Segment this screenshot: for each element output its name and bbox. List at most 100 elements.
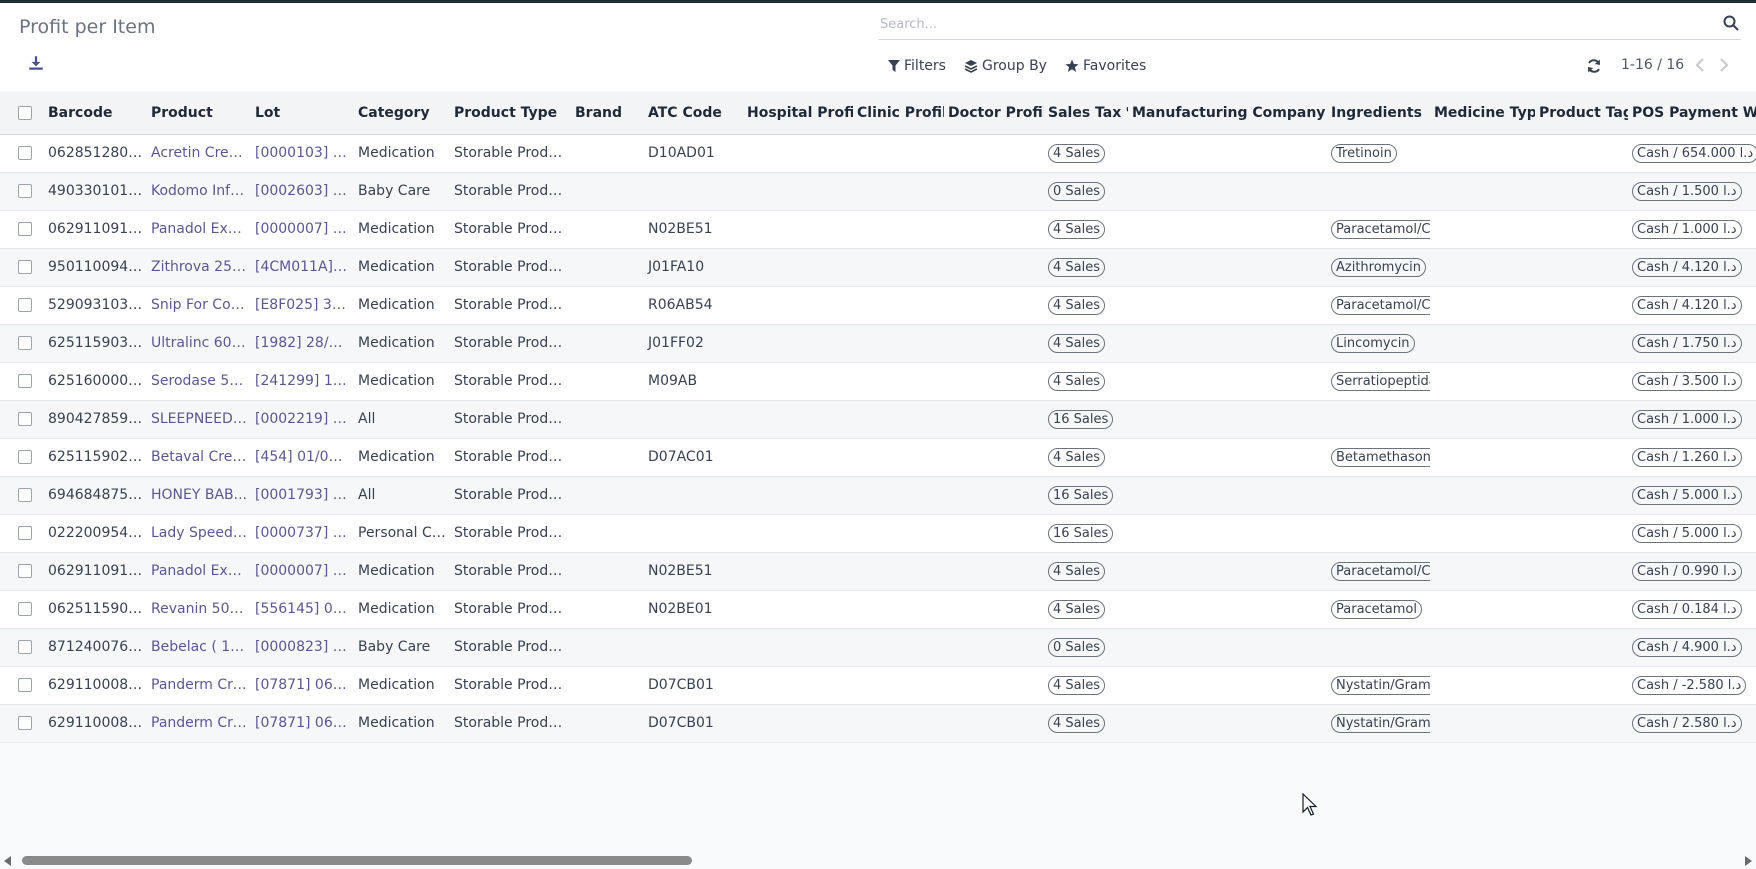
cell-medtype[interactable] <box>1430 248 1535 287</box>
cell-mfg[interactable] <box>1128 514 1327 553</box>
cell-hosp[interactable] <box>743 324 853 363</box>
cell-lot[interactable]: [454] 01/05/... <box>251 438 354 477</box>
cell-ingredients[interactable]: Serratiopeptida <box>1327 362 1430 401</box>
cell-category[interactable]: Baby Care <box>354 172 450 211</box>
cell-lot[interactable]: [0002219] 01... <box>251 400 354 439</box>
column-header[interactable]: POS Payment With <box>1628 92 1756 135</box>
cell-ingredients[interactable] <box>1327 476 1430 515</box>
cell-pos[interactable]: Cash / 1.260 د.ا <box>1628 438 1756 477</box>
cell-tags[interactable] <box>1535 362 1628 401</box>
cell-pos[interactable]: Cash / 4.120 د.ا <box>1628 286 1756 325</box>
cell-doctor[interactable] <box>944 438 1044 477</box>
cell-category[interactable]: Medication <box>354 210 450 249</box>
cell-barcode[interactable]: 022200954402 <box>44 514 147 553</box>
cell-lot[interactable]: [07871] 06/1... <box>251 704 354 743</box>
cell-category[interactable]: Medication <box>354 666 450 705</box>
cell-medtype[interactable] <box>1430 628 1535 667</box>
cell-atc[interactable]: M09AB <box>644 362 743 401</box>
scrollbar-thumb[interactable] <box>22 856 692 865</box>
chevron-right-icon[interactable] <box>1717 57 1731 73</box>
row-checkbox[interactable] <box>18 526 32 540</box>
search-input[interactable] <box>880 13 1700 35</box>
row-checkbox[interactable] <box>18 374 32 388</box>
cell-category[interactable]: Medication <box>354 248 450 287</box>
cell-atc[interactable] <box>644 476 743 515</box>
cell-lot[interactable]: [1982] 28/02... <box>251 324 354 363</box>
row-checkbox-cell[interactable] <box>0 476 44 515</box>
cell-pos[interactable]: Cash / 4.120 د.ا <box>1628 248 1756 287</box>
column-header[interactable]: Lot <box>251 92 354 135</box>
cell-tax[interactable]: 4 Sales <box>1044 362 1128 401</box>
cell-atc[interactable]: J01FA10 <box>644 248 743 287</box>
cell-ingredients[interactable]: Nystatin/Grami <box>1327 666 1430 705</box>
row-checkbox-cell[interactable] <box>0 210 44 249</box>
row-checkbox[interactable] <box>18 222 32 236</box>
cell-category[interactable]: Medication <box>354 324 450 363</box>
cell-ingredients[interactable]: Paracetamol/Ca <box>1327 210 1430 249</box>
download-icon[interactable] <box>27 54 45 72</box>
cell-tags[interactable] <box>1535 552 1628 591</box>
cell-type[interactable]: Storable Product <box>450 514 571 553</box>
row-checkbox-cell[interactable] <box>0 172 44 211</box>
cell-lot[interactable]: [0000007] 30... <box>251 552 354 591</box>
cell-ingredients[interactable]: Paracetamol/Ch <box>1327 286 1430 325</box>
table-row[interactable]: 0629110912... Panadol Extr... [0000007] 30… <box>0 552 1756 591</box>
cell-brand[interactable] <box>571 704 644 743</box>
cell-atc[interactable]: N02BE01 <box>644 590 743 629</box>
cell-mfg[interactable] <box>1128 666 1327 705</box>
column-header[interactable]: Doctor Profile <box>944 92 1044 135</box>
cell-type[interactable]: Storable Product <box>450 628 571 667</box>
scroll-left-icon[interactable] <box>4 856 11 866</box>
cell-mfg[interactable] <box>1128 476 1327 515</box>
cell-type[interactable]: Storable Product <box>450 590 571 629</box>
cell-ingredients[interactable] <box>1327 400 1430 439</box>
cell-tags[interactable] <box>1535 590 1628 629</box>
row-checkbox[interactable] <box>18 146 32 160</box>
cell-clinic[interactable] <box>853 666 944 705</box>
cell-hosp[interactable] <box>743 134 853 173</box>
row-checkbox[interactable] <box>18 450 32 464</box>
table-row[interactable]: 8712400766... Bebelac ( 1 ) ... [0000823] … <box>0 628 1756 667</box>
cell-product[interactable]: Serodase 5M... <box>147 362 251 401</box>
cell-type[interactable]: Storable Product <box>450 362 571 401</box>
cell-doctor[interactable] <box>944 552 1044 591</box>
table-row[interactable]: 9501100941... Zithrova 250... [4CM011A] 3.… <box>0 248 1756 287</box>
cell-clinic[interactable] <box>853 476 944 515</box>
cell-clinic[interactable] <box>853 210 944 249</box>
cell-mfg[interactable] <box>1128 590 1327 629</box>
cell-doctor[interactable] <box>944 400 1044 439</box>
cell-tags[interactable] <box>1535 438 1628 477</box>
cell-doctor[interactable] <box>944 172 1044 211</box>
cell-barcode[interactable]: 5290931030... <box>44 286 147 325</box>
cell-barcode[interactable]: 6251159027... <box>44 438 147 477</box>
cell-lot[interactable]: [556145] 01/... <box>251 590 354 629</box>
cell-product[interactable]: Bebelac ( 1 ) ... <box>147 628 251 667</box>
row-checkbox-cell[interactable] <box>0 362 44 401</box>
cell-pos[interactable]: Cash / 654.000 د.ا <box>1628 134 1756 173</box>
cell-clinic[interactable] <box>853 552 944 591</box>
cell-atc[interactable]: D07CB01 <box>644 704 743 743</box>
cell-lot[interactable]: [241299] 12/... <box>251 362 354 401</box>
row-checkbox-cell[interactable] <box>0 590 44 629</box>
column-header[interactable]: Brand <box>571 92 644 135</box>
cell-tax[interactable]: 4 Sales <box>1044 438 1128 477</box>
horizontal-scrollbar[interactable] <box>0 852 1756 869</box>
row-checkbox-cell[interactable] <box>0 438 44 477</box>
cell-lot[interactable]: [0000737] 30... <box>251 514 354 553</box>
row-checkbox-cell[interactable] <box>0 324 44 363</box>
cell-lot[interactable]: [0000823] 01... <box>251 628 354 667</box>
cell-tax[interactable]: 16 Sales <box>1044 476 1128 515</box>
cell-mfg[interactable] <box>1128 210 1327 249</box>
cell-brand[interactable] <box>571 248 644 287</box>
cell-lot[interactable]: [4CM011A] 3... <box>251 248 354 287</box>
cell-brand[interactable] <box>571 210 644 249</box>
cell-clinic[interactable] <box>853 590 944 629</box>
cell-atc[interactable]: R06AB54 <box>644 286 743 325</box>
cell-barcode[interactable]: 0629110912... <box>44 552 147 591</box>
cell-doctor[interactable] <box>944 248 1044 287</box>
cell-atc[interactable] <box>644 514 743 553</box>
cell-category[interactable]: All <box>354 400 450 439</box>
row-checkbox-cell[interactable] <box>0 514 44 553</box>
cell-hosp[interactable] <box>743 476 853 515</box>
cell-product[interactable]: Kodomo Infa... <box>147 172 251 211</box>
